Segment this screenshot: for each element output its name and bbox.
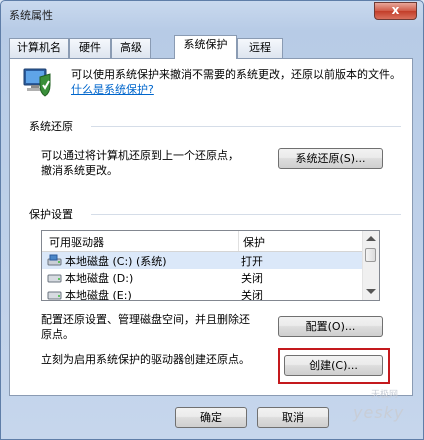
column-header-drives[interactable]: 可用驱动器 bbox=[49, 234, 104, 250]
tab-system-protection[interactable]: 系统保护 bbox=[174, 35, 237, 59]
drive-icon bbox=[47, 274, 62, 283]
system-restore-desc-line1: 可以通过将计算机还原到上一个还原点， bbox=[41, 149, 239, 162]
create-highlight-box bbox=[278, 348, 390, 384]
ok-button[interactable]: 确定 bbox=[175, 407, 247, 428]
scroll-down-icon[interactable] bbox=[366, 289, 376, 294]
close-icon: x bbox=[391, 3, 400, 17]
divider bbox=[91, 214, 401, 215]
scroll-up-icon[interactable] bbox=[366, 236, 376, 241]
drive-protection-status: 关闭 bbox=[241, 272, 263, 285]
window-title: 系统属性 bbox=[9, 9, 53, 22]
configure-desc-line1: 配置还原设置、管理磁盘空间，并且删除还 bbox=[41, 313, 250, 326]
intro-text: 可以使用系统保护来撤消不需要的系统更改，还原以前版本的文件。什么是系统保护? bbox=[71, 67, 401, 97]
configure-button[interactable]: 配置(O)... bbox=[278, 316, 383, 337]
drive-list[interactable]: 可用驱动器 保护 本地磁盘 (C:) (系统) 打开 本地磁盘 (D:) 关闭 bbox=[41, 230, 380, 301]
close-button[interactable]: x bbox=[374, 2, 417, 20]
configure-desc-line2: 原点。 bbox=[41, 328, 74, 341]
watermark-logo: yesky bbox=[353, 403, 405, 422]
tab-hardware[interactable]: 硬件 bbox=[69, 38, 111, 58]
watermark-subtext: 天极网 bbox=[371, 390, 399, 400]
protection-settings-title: 保护设置 bbox=[29, 208, 73, 221]
system-properties-window: 系统属性 x 计算机名 硬件 高级 系统保护 远程 可以使用系统保护来撤消不需要… bbox=[0, 0, 424, 440]
drive-icon bbox=[47, 291, 62, 300]
cancel-button[interactable]: 取消 bbox=[257, 407, 329, 428]
create-description: 立刻为启用系统保护的驱动器创建还原点。 bbox=[41, 353, 250, 366]
configure-description: 配置还原设置、管理磁盘空间，并且删除还 原点。 bbox=[41, 312, 250, 342]
column-divider[interactable] bbox=[238, 231, 239, 251]
divider bbox=[91, 126, 401, 127]
tab-advanced[interactable]: 高级 bbox=[111, 38, 151, 58]
drive-protection-status: 打开 bbox=[241, 255, 263, 268]
system-protection-icon bbox=[23, 68, 51, 97]
system-restore-button[interactable]: 系统还原(S)... bbox=[278, 148, 383, 169]
drive-row-e[interactable]: 本地磁盘 (E:) 关闭 bbox=[42, 286, 364, 301]
tab-panel bbox=[9, 58, 413, 396]
tab-computer-name[interactable]: 计算机名 bbox=[9, 38, 69, 58]
drive-name: 本地磁盘 (D:) bbox=[65, 272, 134, 285]
drive-name: 本地磁盘 (E:) bbox=[65, 289, 132, 301]
title-bar[interactable]: 系统属性 x bbox=[1, 1, 423, 27]
system-drive-icon bbox=[47, 254, 62, 266]
tab-remote[interactable]: 远程 bbox=[237, 38, 283, 58]
list-header: 可用驱动器 保护 bbox=[42, 231, 364, 252]
drive-protection-status: 关闭 bbox=[241, 289, 263, 301]
drive-name: 本地磁盘 (C:) (系统) bbox=[65, 255, 167, 268]
drive-row-d[interactable]: 本地磁盘 (D:) 关闭 bbox=[42, 269, 364, 286]
system-restore-desc-line2: 撤消系统更改。 bbox=[41, 164, 118, 177]
system-restore-description: 可以通过将计算机还原到上一个还原点， 撤消系统更改。 bbox=[41, 148, 239, 178]
system-restore-title: 系统还原 bbox=[29, 120, 73, 133]
intro-description: 可以使用系统保护来撤消不需要的系统更改，还原以前版本的文件。 bbox=[71, 68, 401, 81]
scroll-thumb[interactable] bbox=[365, 248, 376, 262]
column-header-protection[interactable]: 保护 bbox=[243, 234, 265, 250]
what-is-system-protection-link[interactable]: 什么是系统保护? bbox=[71, 83, 154, 96]
drive-row-c[interactable]: 本地磁盘 (C:) (系统) 打开 bbox=[42, 252, 364, 269]
list-scrollbar[interactable] bbox=[362, 231, 379, 300]
